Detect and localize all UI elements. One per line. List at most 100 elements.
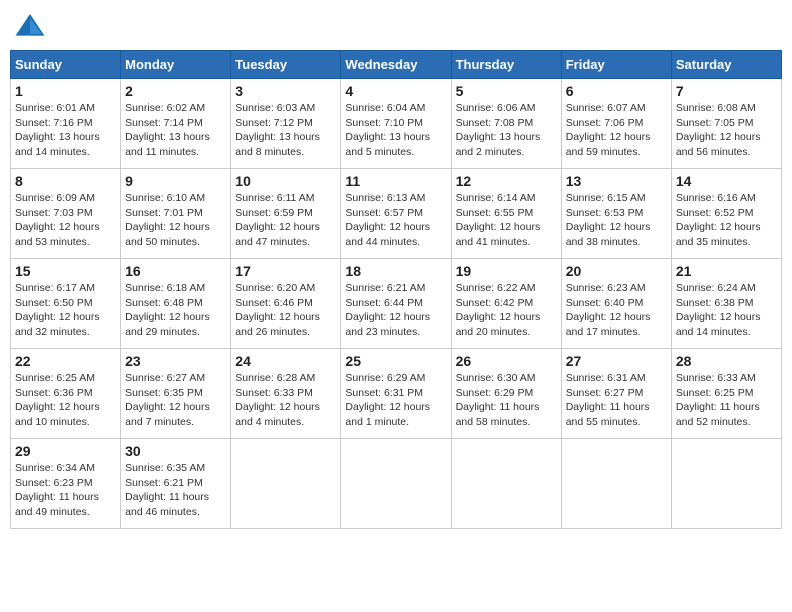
day-info: Sunrise: 6:31 AMSunset: 6:27 PMDaylight:… xyxy=(566,371,667,430)
day-info: Sunrise: 6:18 AMSunset: 6:48 PMDaylight:… xyxy=(125,281,226,340)
week-row-1: 1 Sunrise: 6:01 AMSunset: 7:16 PMDaylight… xyxy=(11,79,782,169)
calendar-cell: 14 Sunrise: 6:16 AMSunset: 6:52 PMDayligh… xyxy=(671,169,781,259)
calendar-cell: 24Sunrise: 6:28 AMSunset: 6:33 PMDayligh… xyxy=(231,349,341,439)
day-info: Sunrise: 6:27 AMSunset: 6:35 PMDaylight:… xyxy=(125,371,226,430)
day-number: 14 xyxy=(676,173,777,189)
calendar-cell: 7 Sunrise: 6:08 AMSunset: 7:05 PMDaylight… xyxy=(671,79,781,169)
day-number: 20 xyxy=(566,263,667,279)
day-number: 9 xyxy=(125,173,226,189)
calendar-cell: 15 Sunrise: 6:17 AMSunset: 6:50 PMDayligh… xyxy=(11,259,121,349)
day-number: 28 xyxy=(676,353,777,369)
day-info: Sunrise: 6:22 AMSunset: 6:42 PMDaylight:… xyxy=(456,281,557,340)
day-number: 18 xyxy=(345,263,446,279)
calendar-cell: 25 Sunrise: 6:29 AMSunset: 6:31 PMDayligh… xyxy=(341,349,451,439)
week-row-4: 22 Sunrise: 6:25 AMSunset: 6:36 PMDayligh… xyxy=(11,349,782,439)
weekday-header-sunday: Sunday xyxy=(11,51,121,79)
calendar-cell: 27 Sunrise: 6:31 AMSunset: 6:27 PMDayligh… xyxy=(561,349,671,439)
day-info: Sunrise: 6:29 AMSunset: 6:31 PMDaylight:… xyxy=(345,371,446,430)
day-info: Sunrise: 6:14 AMSunset: 6:55 PMDaylight:… xyxy=(456,191,557,250)
weekday-header-tuesday: Tuesday xyxy=(231,51,341,79)
calendar-cell: 6 Sunrise: 6:07 AMSunset: 7:06 PMDaylight… xyxy=(561,79,671,169)
calendar-table: SundayMondayTuesdayWednesdayThursdayFrid… xyxy=(10,50,782,529)
weekday-header-monday: Monday xyxy=(121,51,231,79)
calendar-cell xyxy=(231,439,341,529)
calendar-cell: 4 Sunrise: 6:04 AMSunset: 7:10 PMDaylight… xyxy=(341,79,451,169)
day-info: Sunrise: 6:34 AMSunset: 6:23 PMDaylight:… xyxy=(15,461,116,520)
logo xyxy=(14,10,50,42)
day-info: Sunrise: 6:23 AMSunset: 6:40 PMDaylight:… xyxy=(566,281,667,340)
weekday-header-thursday: Thursday xyxy=(451,51,561,79)
day-number: 12 xyxy=(456,173,557,189)
day-number: 29 xyxy=(15,443,116,459)
calendar-cell: 13 Sunrise: 6:15 AMSunset: 6:53 PMDayligh… xyxy=(561,169,671,259)
calendar-cell xyxy=(671,439,781,529)
logo-icon xyxy=(14,10,46,42)
day-info: Sunrise: 6:11 AMSunset: 6:59 PMDaylight:… xyxy=(235,191,336,250)
calendar-cell: 19 Sunrise: 6:22 AMSunset: 6:42 PMDayligh… xyxy=(451,259,561,349)
calendar-cell: 5 Sunrise: 6:06 AMSunset: 7:08 PMDaylight… xyxy=(451,79,561,169)
day-number: 10 xyxy=(235,173,336,189)
calendar-cell: 2 Sunrise: 6:02 AMSunset: 7:14 PMDaylight… xyxy=(121,79,231,169)
calendar-cell: 26 Sunrise: 6:30 AMSunset: 6:29 PMDayligh… xyxy=(451,349,561,439)
calendar-cell: 21Sunrise: 6:24 AMSunset: 6:38 PMDayligh… xyxy=(671,259,781,349)
day-info: Sunrise: 6:09 AMSunset: 7:03 PMDaylight:… xyxy=(15,191,116,250)
day-info: Sunrise: 6:08 AMSunset: 7:05 PMDaylight:… xyxy=(676,101,777,160)
weekday-header-wednesday: Wednesday xyxy=(341,51,451,79)
day-info: Sunrise: 6:02 AMSunset: 7:14 PMDaylight:… xyxy=(125,101,226,160)
day-number: 30 xyxy=(125,443,226,459)
day-number: 5 xyxy=(456,83,557,99)
day-info: Sunrise: 6:13 AMSunset: 6:57 PMDaylight:… xyxy=(345,191,446,250)
weekday-header-saturday: Saturday xyxy=(671,51,781,79)
calendar-cell xyxy=(561,439,671,529)
weekday-header-friday: Friday xyxy=(561,51,671,79)
day-info: Sunrise: 6:07 AMSunset: 7:06 PMDaylight:… xyxy=(566,101,667,160)
calendar-cell xyxy=(341,439,451,529)
day-info: Sunrise: 6:17 AMSunset: 6:50 PMDaylight:… xyxy=(15,281,116,340)
calendar-cell: 20 Sunrise: 6:23 AMSunset: 6:40 PMDayligh… xyxy=(561,259,671,349)
day-number: 25 xyxy=(345,353,446,369)
day-number: 15 xyxy=(15,263,116,279)
day-info: Sunrise: 6:03 AMSunset: 7:12 PMDaylight:… xyxy=(235,101,336,160)
day-number: 23 xyxy=(125,353,226,369)
day-number: 2 xyxy=(125,83,226,99)
calendar-cell: 29 Sunrise: 6:34 AMSunset: 6:23 PMDayligh… xyxy=(11,439,121,529)
page-header xyxy=(10,10,782,42)
calendar-cell: 16 Sunrise: 6:18 AMSunset: 6:48 PMDayligh… xyxy=(121,259,231,349)
day-info: Sunrise: 6:01 AMSunset: 7:16 PMDaylight:… xyxy=(15,101,116,160)
day-number: 27 xyxy=(566,353,667,369)
calendar-cell: 28Sunrise: 6:33 AMSunset: 6:25 PMDayligh… xyxy=(671,349,781,439)
week-row-2: 8 Sunrise: 6:09 AMSunset: 7:03 PMDaylight… xyxy=(11,169,782,259)
day-info: Sunrise: 6:25 AMSunset: 6:36 PMDaylight:… xyxy=(15,371,116,430)
day-number: 13 xyxy=(566,173,667,189)
day-number: 17 xyxy=(235,263,336,279)
day-number: 6 xyxy=(566,83,667,99)
day-info: Sunrise: 6:30 AMSunset: 6:29 PMDaylight:… xyxy=(456,371,557,430)
calendar-cell: 8 Sunrise: 6:09 AMSunset: 7:03 PMDaylight… xyxy=(11,169,121,259)
day-number: 16 xyxy=(125,263,226,279)
day-info: Sunrise: 6:16 AMSunset: 6:52 PMDaylight:… xyxy=(676,191,777,250)
week-row-5: 29 Sunrise: 6:34 AMSunset: 6:23 PMDayligh… xyxy=(11,439,782,529)
calendar-cell: 30Sunrise: 6:35 AMSunset: 6:21 PMDayligh… xyxy=(121,439,231,529)
calendar-cell: 10 Sunrise: 6:11 AMSunset: 6:59 PMDayligh… xyxy=(231,169,341,259)
weekday-header-row: SundayMondayTuesdayWednesdayThursdayFrid… xyxy=(11,51,782,79)
calendar-cell xyxy=(451,439,561,529)
day-number: 1 xyxy=(15,83,116,99)
calendar-cell: 9 Sunrise: 6:10 AMSunset: 7:01 PMDaylight… xyxy=(121,169,231,259)
day-number: 11 xyxy=(345,173,446,189)
day-number: 3 xyxy=(235,83,336,99)
day-info: Sunrise: 6:20 AMSunset: 6:46 PMDaylight:… xyxy=(235,281,336,340)
day-info: Sunrise: 6:06 AMSunset: 7:08 PMDaylight:… xyxy=(456,101,557,160)
day-info: Sunrise: 6:10 AMSunset: 7:01 PMDaylight:… xyxy=(125,191,226,250)
day-number: 7 xyxy=(676,83,777,99)
day-number: 8 xyxy=(15,173,116,189)
day-info: Sunrise: 6:21 AMSunset: 6:44 PMDaylight:… xyxy=(345,281,446,340)
day-number: 4 xyxy=(345,83,446,99)
day-number: 22 xyxy=(15,353,116,369)
calendar-cell: 3 Sunrise: 6:03 AMSunset: 7:12 PMDaylight… xyxy=(231,79,341,169)
day-info: Sunrise: 6:15 AMSunset: 6:53 PMDaylight:… xyxy=(566,191,667,250)
day-number: 26 xyxy=(456,353,557,369)
day-number: 19 xyxy=(456,263,557,279)
day-info: Sunrise: 6:04 AMSunset: 7:10 PMDaylight:… xyxy=(345,101,446,160)
calendar-cell: 18 Sunrise: 6:21 AMSunset: 6:44 PMDayligh… xyxy=(341,259,451,349)
day-number: 24 xyxy=(235,353,336,369)
